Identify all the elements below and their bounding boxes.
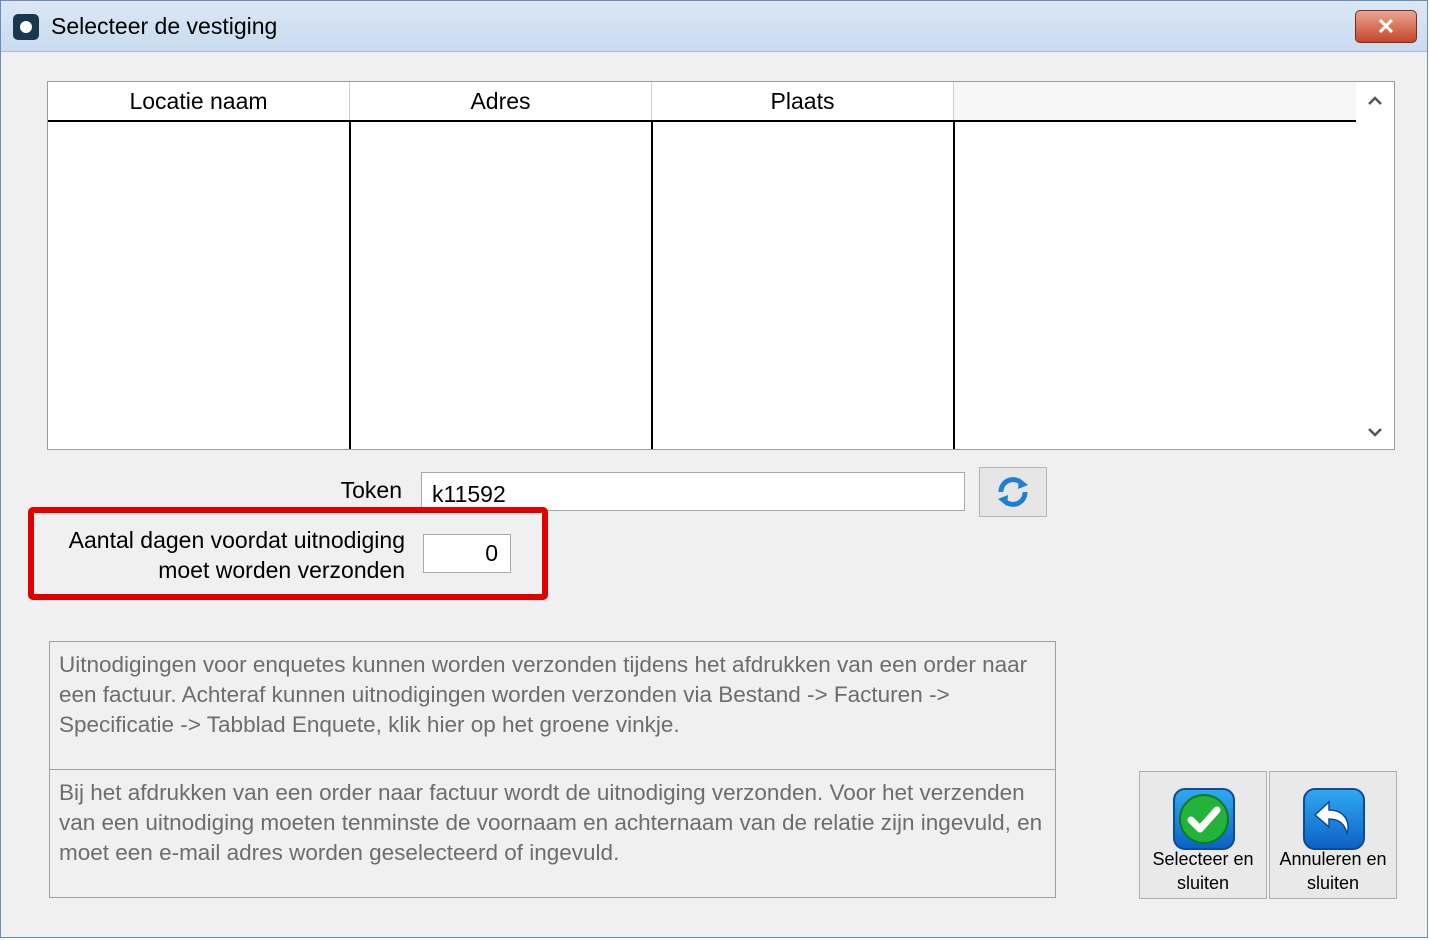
- scroll-down-icon[interactable]: [1364, 421, 1386, 443]
- select-and-close-button[interactable]: Selecteer en sluiten: [1139, 771, 1267, 899]
- column-header-city[interactable]: Plaats: [652, 82, 954, 120]
- dialog-window: Selecteer de vestiging ✕ Locatie naam Ad…: [0, 0, 1428, 938]
- column-divider: [349, 120, 351, 449]
- column-header-location-name[interactable]: Locatie naam: [48, 82, 350, 120]
- location-grid[interactable]: Locatie naam Adres Plaats: [47, 81, 1395, 450]
- column-divider: [651, 120, 653, 449]
- token-label: Token: [340, 477, 402, 503]
- info-panel-invitations: Uitnodigingen voor enquetes kunnen worde…: [49, 641, 1056, 771]
- info-panel-requirements: Bij het afdrukken van een order naar fac…: [49, 769, 1056, 898]
- scroll-up-icon[interactable]: [1364, 90, 1386, 112]
- grid-header: Locatie naam Adres Plaats: [48, 82, 1356, 122]
- token-input[interactable]: [421, 472, 965, 511]
- close-button[interactable]: ✕: [1355, 10, 1417, 43]
- cancel-and-close-label: Annuleren en sluiten: [1279, 849, 1387, 893]
- title-bar[interactable]: Selecteer de vestiging ✕: [1, 1, 1427, 52]
- column-header-address[interactable]: Adres: [350, 82, 652, 120]
- vertical-scrollbar[interactable]: [1356, 82, 1394, 449]
- cancel-and-close-button[interactable]: Annuleren en sluiten: [1269, 771, 1397, 899]
- checkmark-icon: [1173, 788, 1235, 850]
- select-and-close-label: Selecteer en sluiten: [1152, 849, 1254, 893]
- window-title: Selecteer de vestiging: [51, 13, 278, 39]
- refresh-button[interactable]: [979, 467, 1047, 517]
- days-input[interactable]: [423, 534, 511, 573]
- refresh-icon: [998, 477, 1028, 507]
- app-icon: [13, 14, 39, 40]
- days-label: Aantal dagen voordat uitnodiging moet wo…: [68, 527, 405, 583]
- column-divider: [953, 120, 955, 449]
- undo-arrow-icon: [1303, 788, 1365, 850]
